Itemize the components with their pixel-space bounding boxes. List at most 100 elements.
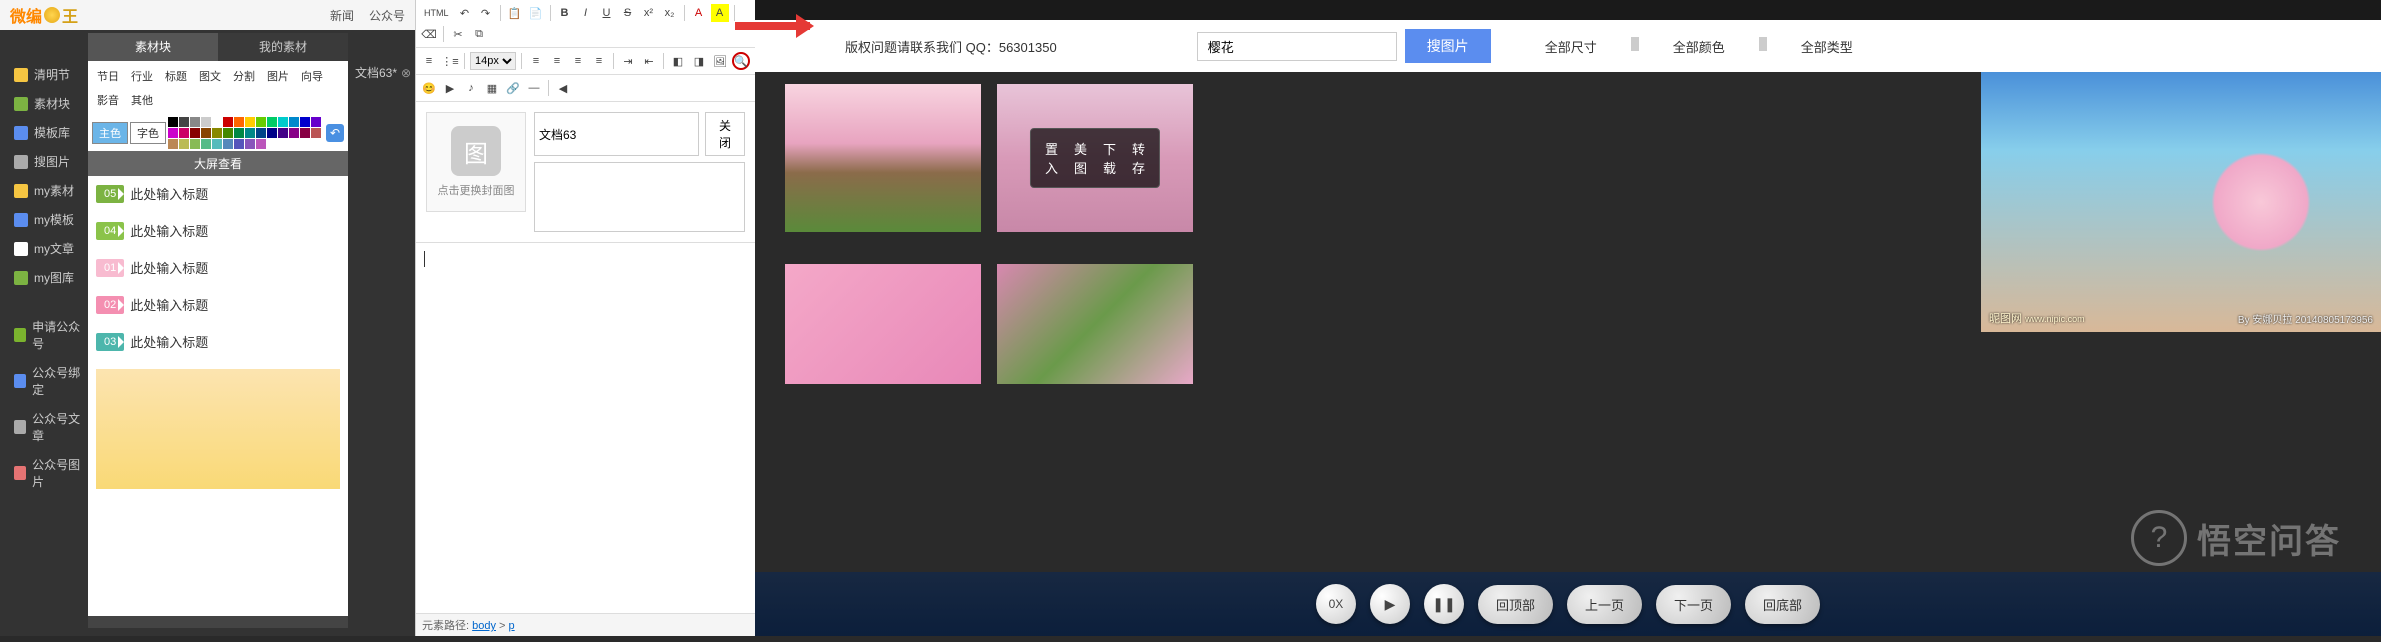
- color-swatch[interactable]: [256, 128, 266, 138]
- title-template[interactable]: 04此处输入标题: [96, 221, 340, 240]
- redo-icon[interactable]: ↷: [477, 4, 495, 22]
- filter-color[interactable]: 全部颜色: [1669, 37, 1729, 56]
- color-swatch[interactable]: [267, 128, 277, 138]
- zoom-badge[interactable]: 0X: [1316, 584, 1356, 624]
- color-swatch[interactable]: [311, 128, 321, 138]
- color-swatch[interactable]: [201, 117, 211, 127]
- doc-description-input[interactable]: [534, 162, 745, 232]
- color-swatch[interactable]: [201, 128, 211, 138]
- html-source-btn[interactable]: HTML: [420, 4, 453, 22]
- color-swatch[interactable]: [212, 117, 222, 127]
- illustration-template[interactable]: [96, 369, 340, 489]
- sidebar-item-7[interactable]: my图库: [10, 263, 88, 292]
- color-swatch[interactable]: [267, 117, 277, 127]
- undo-icon[interactable]: ↶: [326, 124, 344, 142]
- subscript-icon[interactable]: x₂: [661, 4, 679, 22]
- align-left-icon[interactable]: ≡: [527, 52, 545, 70]
- color-swatch[interactable]: [278, 128, 288, 138]
- sidebar-item-6[interactable]: my文章: [10, 234, 88, 263]
- color-swatch[interactable]: [201, 139, 211, 149]
- action-insert[interactable]: 置入: [1045, 139, 1058, 177]
- color-swatch[interactable]: [190, 139, 200, 149]
- sidebar-item2-1[interactable]: 公众号绑定: [10, 358, 88, 404]
- undo-icon[interactable]: ↶: [456, 4, 474, 22]
- sidebar-item-2[interactable]: 模板库: [10, 118, 88, 147]
- align-justify-icon[interactable]: ≡: [590, 52, 608, 70]
- text-color-icon[interactable]: A: [690, 4, 708, 22]
- color-swatch[interactable]: [179, 128, 189, 138]
- title-template[interactable]: 03此处输入标题: [96, 332, 340, 351]
- unordered-list-icon[interactable]: ⋮≡: [441, 52, 459, 70]
- color-swatch[interactable]: [289, 128, 299, 138]
- category-7[interactable]: 影音: [92, 89, 124, 111]
- emoji-icon[interactable]: 😊: [420, 79, 438, 97]
- link-news[interactable]: 新闻: [330, 7, 354, 24]
- color-swatch[interactable]: [212, 128, 222, 138]
- font-size-select[interactable]: 14px: [470, 52, 516, 70]
- copy-icon[interactable]: ⧉: [470, 25, 488, 43]
- color-swatch[interactable]: [300, 128, 310, 138]
- main-color-btn[interactable]: 主色: [92, 122, 128, 144]
- doc-tab[interactable]: 文档63* ⊗: [355, 64, 411, 81]
- search-button[interactable]: 搜图片: [1405, 29, 1491, 63]
- hr-icon[interactable]: —: [525, 79, 543, 97]
- bold-icon[interactable]: B: [556, 4, 574, 22]
- insert-image-icon[interactable]: 🖼: [711, 52, 729, 70]
- cover-upload[interactable]: 图 点击更换封面图: [426, 112, 526, 212]
- video-icon[interactable]: ▶: [441, 79, 459, 97]
- filter-type[interactable]: 全部类型: [1797, 37, 1857, 56]
- color-swatch[interactable]: [223, 139, 233, 149]
- sidebar-item-3[interactable]: 搜图片: [10, 147, 88, 176]
- editor-body[interactable]: [416, 242, 755, 642]
- play-icon[interactable]: ▶: [1370, 584, 1410, 624]
- sidebar-item2-3[interactable]: 公众号图片: [10, 450, 88, 496]
- color-swatch[interactable]: [256, 139, 266, 149]
- title-template[interactable]: 05此处输入标题: [96, 184, 340, 203]
- sidebar-item2-2[interactable]: 公众号文章: [10, 404, 88, 450]
- path-p-link[interactable]: p: [509, 620, 515, 632]
- italic-icon[interactable]: I: [577, 4, 595, 22]
- ordered-list-icon[interactable]: ≡: [420, 52, 438, 70]
- color-swatch[interactable]: [245, 139, 255, 149]
- filter-size[interactable]: 全部尺寸: [1541, 37, 1601, 56]
- search-image-icon[interactable]: 🔍: [732, 52, 750, 70]
- color-swatch[interactable]: [223, 117, 233, 127]
- image-result[interactable]: [997, 264, 1193, 384]
- color-swatch[interactable]: [190, 128, 200, 138]
- music-icon[interactable]: ♪: [462, 79, 480, 97]
- color-swatch[interactable]: [168, 139, 178, 149]
- image-result[interactable]: [785, 84, 981, 232]
- pause-icon[interactable]: ❚❚: [1424, 584, 1464, 624]
- color-swatch[interactable]: [223, 128, 233, 138]
- image-result[interactable]: 置入 美图 下载 转存: [997, 84, 1193, 232]
- category-4[interactable]: 分割: [228, 65, 260, 87]
- text-color-btn[interactable]: 字色: [130, 122, 166, 144]
- close-button[interactable]: 关闭: [705, 112, 745, 156]
- color-swatch[interactable]: [234, 117, 244, 127]
- color-swatch[interactable]: [234, 139, 244, 149]
- color-swatch[interactable]: [212, 139, 222, 149]
- clear-format-icon[interactable]: ⌫: [420, 25, 438, 43]
- table-icon[interactable]: ▦: [483, 79, 501, 97]
- link-wechat[interactable]: 公众号: [369, 7, 405, 24]
- go-top-button[interactable]: 回顶部: [1478, 585, 1553, 624]
- color-swatch[interactable]: [168, 128, 178, 138]
- color-swatch[interactable]: [245, 117, 255, 127]
- color-swatch[interactable]: [245, 128, 255, 138]
- strike-icon[interactable]: S: [619, 4, 637, 22]
- align-right-icon[interactable]: ≡: [569, 52, 587, 70]
- paste-text-icon[interactable]: 📄: [527, 4, 545, 22]
- action-save[interactable]: 转存: [1132, 139, 1145, 177]
- doc-title-input[interactable]: [534, 112, 699, 156]
- category-0[interactable]: 节日: [92, 65, 124, 87]
- indent-icon[interactable]: ⇥: [619, 52, 637, 70]
- color-swatch[interactable]: [289, 117, 299, 127]
- tab-material-blocks[interactable]: 素材块: [88, 33, 218, 61]
- color-swatch[interactable]: [300, 117, 310, 127]
- color-swatch[interactable]: [311, 117, 321, 127]
- title-template[interactable]: 02此处输入标题: [96, 295, 340, 314]
- float-right-icon[interactable]: ◨: [690, 52, 708, 70]
- superscript-icon[interactable]: x²: [640, 4, 658, 22]
- category-3[interactable]: 图文: [194, 65, 226, 87]
- close-icon[interactable]: ⊗: [401, 66, 411, 80]
